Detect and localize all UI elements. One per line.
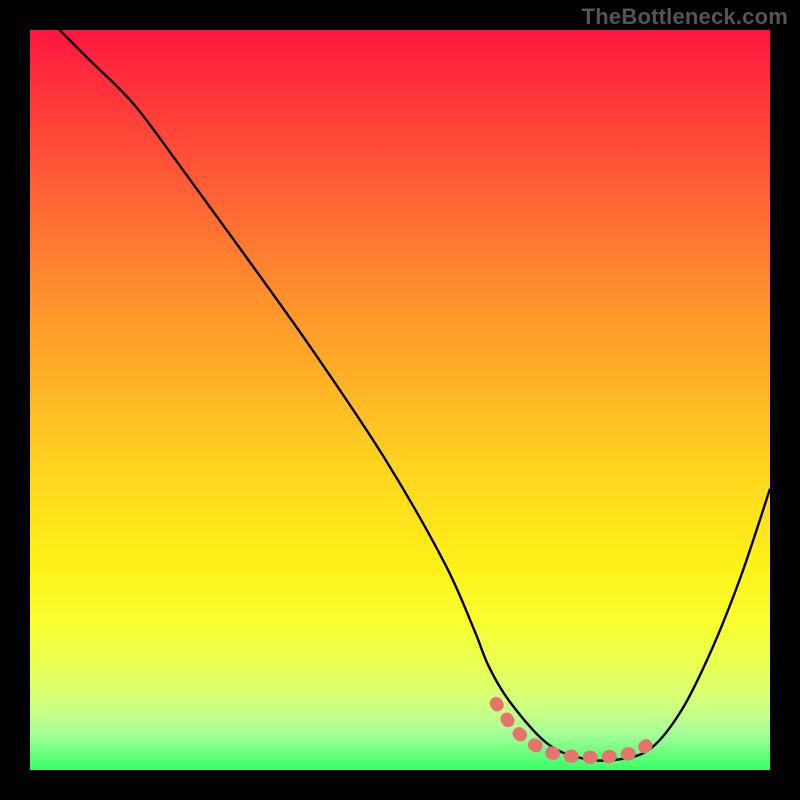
chart-series-highlighted-minimum <box>496 703 651 757</box>
watermark-text: TheBottleneck.com <box>582 4 788 30</box>
chart-svg <box>30 30 770 770</box>
chart-plot-area <box>30 30 770 770</box>
chart-series-black-curve <box>60 30 770 761</box>
